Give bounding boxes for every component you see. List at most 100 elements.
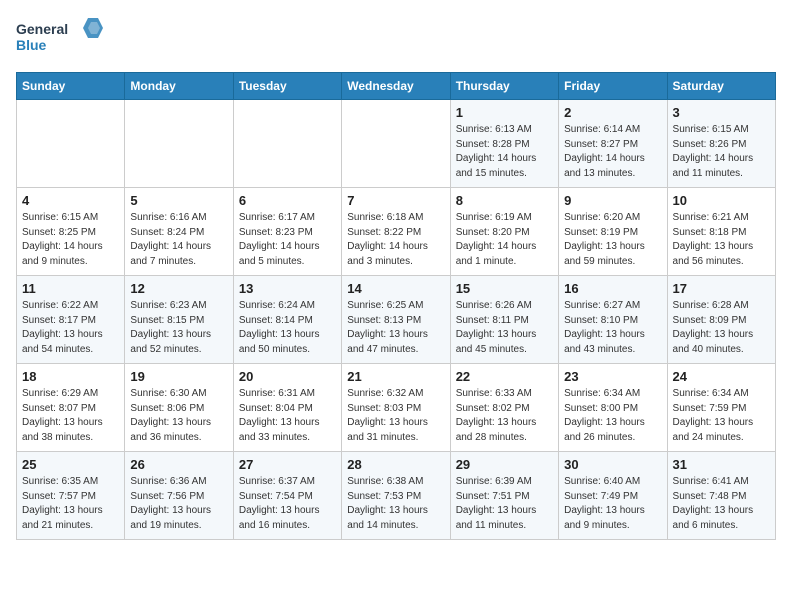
day-number: 30	[564, 457, 661, 472]
day-number: 31	[673, 457, 770, 472]
day-info: Sunrise: 6:25 AM Sunset: 8:13 PM Dayligh…	[347, 299, 444, 357]
day-info: Sunrise: 6:22 AM Sunset: 8:17 PM Dayligh…	[22, 299, 119, 357]
day-number: 17	[673, 281, 770, 296]
day-info: Sunrise: 6:40 AM Sunset: 7:49 PM Dayligh…	[564, 475, 661, 533]
day-number: 22	[456, 369, 553, 384]
calendar-cell: 12 Sunrise: 6:23 AM Sunset: 8:15 PM Dayli…	[125, 276, 233, 364]
calendar-cell: 7Sunrise: 6:18 AM Sunset: 8:22 PM Daylig…	[342, 188, 450, 276]
calendar-cell	[233, 100, 341, 188]
day-number: 14	[347, 281, 444, 296]
day-info: Sunrise: 6:23 AM Sunset: 8:15 PM Dayligh…	[130, 299, 227, 357]
calendar-cell: 21 Sunrise: 6:32 AM Sunset: 8:03 PM Dayli…	[342, 364, 450, 452]
calendar-week-row: 4 Sunrise: 6:15 AM Sunset: 8:25 PM Daylig…	[17, 188, 776, 276]
day-number: 16	[564, 281, 661, 296]
day-number: 10	[673, 193, 770, 208]
calendar-cell: 14 Sunrise: 6:25 AM Sunset: 8:13 PM Dayli…	[342, 276, 450, 364]
day-info: Sunrise: 6:34 AM Sunset: 7:59 PM Dayligh…	[673, 387, 770, 445]
day-info: Sunrise: 6:33 AM Sunset: 8:02 PM Dayligh…	[456, 387, 553, 445]
calendar-cell: 17Sunrise: 6:28 AM Sunset: 8:09 PM Dayli…	[667, 276, 775, 364]
day-number: 20	[239, 369, 336, 384]
calendar-cell	[125, 100, 233, 188]
day-info: Sunrise: 6:38 AM Sunset: 7:53 PM Dayligh…	[347, 475, 444, 533]
calendar-cell: 5 Sunrise: 6:16 AM Sunset: 8:24 PM Daylig…	[125, 188, 233, 276]
day-info: Sunrise: 6:37 AM Sunset: 7:54 PM Dayligh…	[239, 475, 336, 533]
calendar-body: 1 Sunrise: 6:13 AM Sunset: 8:28 PM Daylig…	[17, 100, 776, 540]
calendar-cell: 24 Sunrise: 6:34 AM Sunset: 7:59 PM Dayli…	[667, 364, 775, 452]
day-info: Sunrise: 6:15 AM Sunset: 8:25 PM Dayligh…	[22, 211, 119, 269]
day-number: 5	[130, 193, 227, 208]
calendar-day-header: Thursday	[450, 73, 558, 100]
day-info: Sunrise: 6:29 AM Sunset: 8:07 PM Dayligh…	[22, 387, 119, 445]
calendar-day-header: Tuesday	[233, 73, 341, 100]
day-number: 1	[456, 105, 553, 120]
day-number: 3	[673, 105, 770, 120]
calendar-cell: 13Sunrise: 6:24 AM Sunset: 8:14 PM Dayli…	[233, 276, 341, 364]
calendar-cell: 15 Sunrise: 6:26 AM Sunset: 8:11 PM Dayli…	[450, 276, 558, 364]
calendar-cell: 10 Sunrise: 6:21 AM Sunset: 8:18 PM Dayli…	[667, 188, 775, 276]
day-number: 13	[239, 281, 336, 296]
calendar-week-row: 18 Sunrise: 6:29 AM Sunset: 8:07 PM Dayli…	[17, 364, 776, 452]
calendar-cell	[342, 100, 450, 188]
calendar-cell: 29 Sunrise: 6:39 AM Sunset: 7:51 PM Dayli…	[450, 452, 558, 540]
day-info: Sunrise: 6:32 AM Sunset: 8:03 PM Dayligh…	[347, 387, 444, 445]
day-info: Sunrise: 6:15 AM Sunset: 8:26 PM Dayligh…	[673, 123, 770, 181]
svg-text:General: General	[16, 21, 68, 37]
day-number: 4	[22, 193, 119, 208]
day-number: 2	[564, 105, 661, 120]
calendar-cell: 3 Sunrise: 6:15 AM Sunset: 8:26 PM Daylig…	[667, 100, 775, 188]
calendar-cell: 11 Sunrise: 6:22 AM Sunset: 8:17 PM Dayli…	[17, 276, 125, 364]
calendar-cell: 6 Sunrise: 6:17 AM Sunset: 8:23 PM Daylig…	[233, 188, 341, 276]
day-info: Sunrise: 6:39 AM Sunset: 7:51 PM Dayligh…	[456, 475, 553, 533]
calendar-day-header: Saturday	[667, 73, 775, 100]
calendar-cell: 28 Sunrise: 6:38 AM Sunset: 7:53 PM Dayli…	[342, 452, 450, 540]
calendar-table: SundayMondayTuesdayWednesdayThursdayFrid…	[16, 72, 776, 540]
calendar-cell: 16Sunrise: 6:27 AM Sunset: 8:10 PM Dayli…	[559, 276, 667, 364]
calendar-day-header: Sunday	[17, 73, 125, 100]
day-info: Sunrise: 6:31 AM Sunset: 8:04 PM Dayligh…	[239, 387, 336, 445]
day-number: 29	[456, 457, 553, 472]
day-number: 15	[456, 281, 553, 296]
day-number: 24	[673, 369, 770, 384]
day-info: Sunrise: 6:13 AM Sunset: 8:28 PM Dayligh…	[456, 123, 553, 181]
page-header: General Blue	[16, 16, 776, 60]
day-info: Sunrise: 6:30 AM Sunset: 8:06 PM Dayligh…	[130, 387, 227, 445]
calendar-week-row: 1 Sunrise: 6:13 AM Sunset: 8:28 PM Daylig…	[17, 100, 776, 188]
calendar-week-row: 25 Sunrise: 6:35 AM Sunset: 7:57 PM Dayli…	[17, 452, 776, 540]
calendar-cell: 1 Sunrise: 6:13 AM Sunset: 8:28 PM Daylig…	[450, 100, 558, 188]
day-number: 9	[564, 193, 661, 208]
day-info: Sunrise: 6:35 AM Sunset: 7:57 PM Dayligh…	[22, 475, 119, 533]
day-info: Sunrise: 6:17 AM Sunset: 8:23 PM Dayligh…	[239, 211, 336, 269]
calendar-cell: 22 Sunrise: 6:33 AM Sunset: 8:02 PM Dayli…	[450, 364, 558, 452]
calendar-cell: 20 Sunrise: 6:31 AM Sunset: 8:04 PM Dayli…	[233, 364, 341, 452]
calendar-week-row: 11 Sunrise: 6:22 AM Sunset: 8:17 PM Dayli…	[17, 276, 776, 364]
day-number: 8	[456, 193, 553, 208]
day-info: Sunrise: 6:18 AM Sunset: 8:22 PM Dayligh…	[347, 211, 444, 269]
calendar-cell: 31Sunrise: 6:41 AM Sunset: 7:48 PM Dayli…	[667, 452, 775, 540]
day-info: Sunrise: 6:16 AM Sunset: 8:24 PM Dayligh…	[130, 211, 227, 269]
day-info: Sunrise: 6:14 AM Sunset: 8:27 PM Dayligh…	[564, 123, 661, 181]
calendar-header-row: SundayMondayTuesdayWednesdayThursdayFrid…	[17, 73, 776, 100]
calendar-cell: 4 Sunrise: 6:15 AM Sunset: 8:25 PM Daylig…	[17, 188, 125, 276]
calendar-cell	[17, 100, 125, 188]
day-number: 23	[564, 369, 661, 384]
day-number: 25	[22, 457, 119, 472]
calendar-cell: 18 Sunrise: 6:29 AM Sunset: 8:07 PM Dayli…	[17, 364, 125, 452]
day-number: 6	[239, 193, 336, 208]
day-number: 21	[347, 369, 444, 384]
calendar-day-header: Friday	[559, 73, 667, 100]
day-info: Sunrise: 6:21 AM Sunset: 8:18 PM Dayligh…	[673, 211, 770, 269]
day-info: Sunrise: 6:34 AM Sunset: 8:00 PM Dayligh…	[564, 387, 661, 445]
calendar-cell: 27Sunrise: 6:37 AM Sunset: 7:54 PM Dayli…	[233, 452, 341, 540]
calendar-cell: 23 Sunrise: 6:34 AM Sunset: 8:00 PM Dayli…	[559, 364, 667, 452]
day-number: 12	[130, 281, 227, 296]
day-number: 28	[347, 457, 444, 472]
day-info: Sunrise: 6:26 AM Sunset: 8:11 PM Dayligh…	[456, 299, 553, 357]
day-number: 18	[22, 369, 119, 384]
day-number: 26	[130, 457, 227, 472]
calendar-day-header: Wednesday	[342, 73, 450, 100]
calendar-cell: 8Sunrise: 6:19 AM Sunset: 8:20 PM Daylig…	[450, 188, 558, 276]
day-number: 11	[22, 281, 119, 296]
calendar-cell: 2 Sunrise: 6:14 AM Sunset: 8:27 PM Daylig…	[559, 100, 667, 188]
calendar-cell: 30 Sunrise: 6:40 AM Sunset: 7:49 PM Dayli…	[559, 452, 667, 540]
calendar-cell: 19Sunrise: 6:30 AM Sunset: 8:06 PM Dayli…	[125, 364, 233, 452]
